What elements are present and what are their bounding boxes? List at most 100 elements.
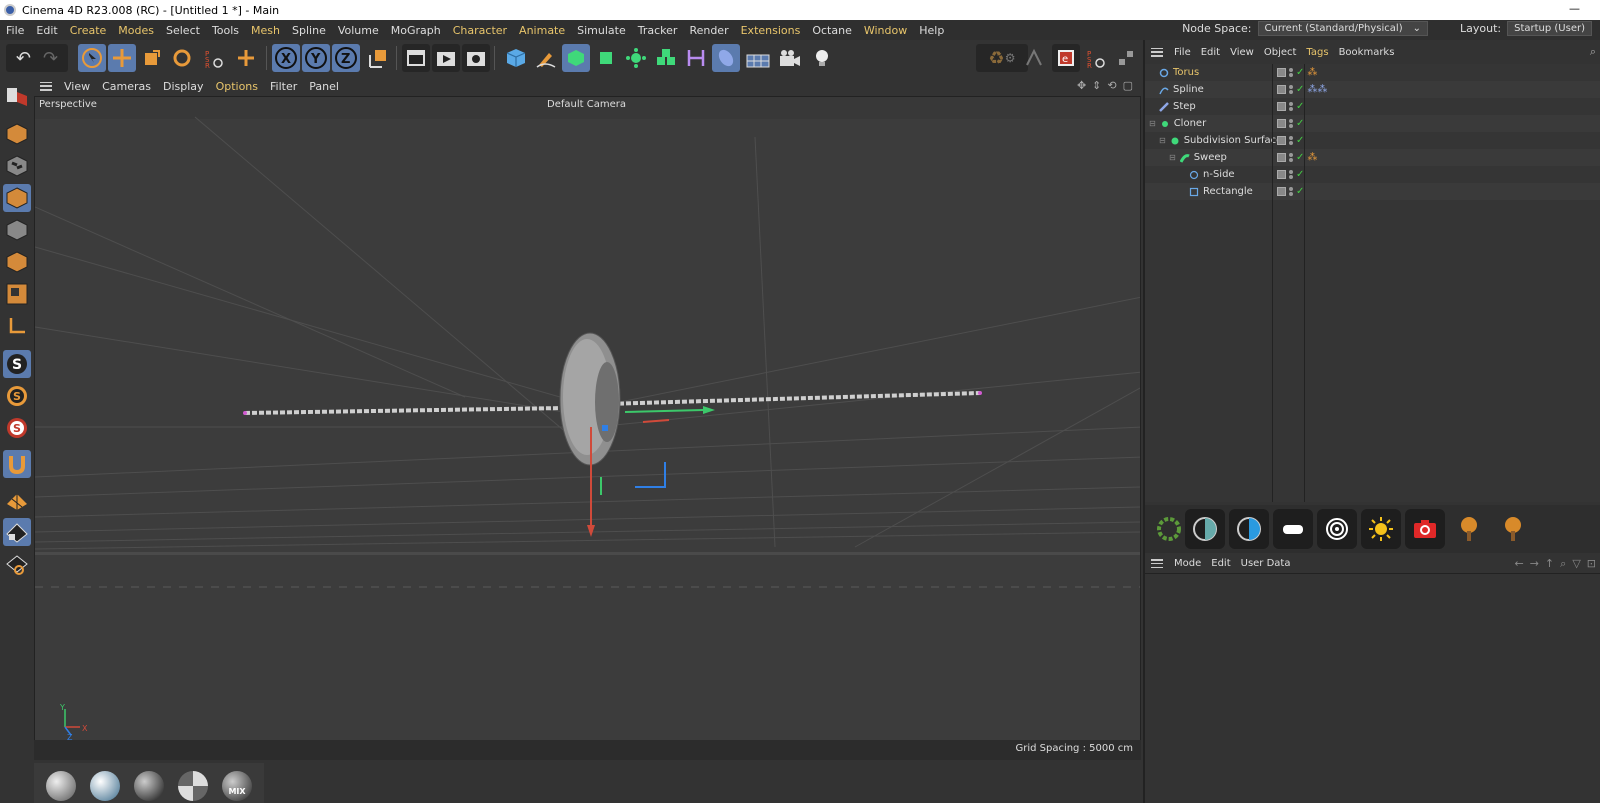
menu-tracker[interactable]: Tracker	[632, 24, 684, 37]
x-axis-lock-button[interactable]: X	[272, 44, 300, 72]
om-menu-view[interactable]: View	[1225, 47, 1259, 58]
render-settings-button[interactable]	[462, 44, 490, 72]
menu-octane[interactable]: Octane	[806, 24, 858, 37]
object-row-cloner[interactable]: ⊟ Cloner ✓	[1145, 115, 1600, 132]
object-row-spline[interactable]: Spline ✓ ⁂⁂	[1145, 81, 1600, 98]
collapse-icon[interactable]: ⊟	[1169, 153, 1176, 162]
floor-button[interactable]	[744, 44, 772, 72]
object-row-sweep[interactable]: ⊟ Sweep ✓ ⁂	[1145, 149, 1600, 166]
spline-tags-icon[interactable]: ⁂⁂	[1307, 84, 1327, 95]
viewport-menu-cameras[interactable]: Cameras	[96, 80, 157, 93]
attr-menu-mode[interactable]: Mode	[1169, 558, 1206, 569]
render-view-button[interactable]	[402, 44, 430, 72]
menu-render[interactable]: Render	[683, 24, 734, 37]
om-menu-object[interactable]: Object	[1259, 47, 1302, 58]
mograph-cubes-button[interactable]	[652, 44, 680, 72]
layer-checkbox[interactable]	[1277, 85, 1286, 94]
menu-mograph[interactable]: MoGraph	[385, 24, 447, 37]
perspective-viewport[interactable]: Perspective Default Camera Y X Z	[34, 96, 1141, 760]
attr-menu-edit[interactable]: Edit	[1206, 558, 1235, 569]
layer-checkbox[interactable]	[1277, 119, 1286, 128]
minimize-icon[interactable]: —	[1569, 2, 1580, 15]
forward-arrow-icon[interactable]: →	[1530, 557, 1539, 571]
camera-button[interactable]	[776, 44, 804, 72]
menu-volume[interactable]: Volume	[332, 24, 385, 37]
polygons-mode-button[interactable]	[3, 280, 31, 308]
quantize-button[interactable]: S	[3, 414, 31, 442]
menu-select[interactable]: Select	[160, 24, 206, 37]
pan-view-icon[interactable]: ✥	[1077, 79, 1086, 92]
octane-camera-button[interactable]	[1405, 509, 1445, 549]
material-swatch[interactable]	[90, 771, 120, 801]
menu-file[interactable]: File	[0, 24, 30, 37]
octane-settings-button[interactable]	[1149, 509, 1189, 549]
layer-checkbox[interactable]	[1277, 170, 1286, 179]
viewport-menu-display[interactable]: Display	[157, 80, 210, 93]
coordinate-system-button[interactable]	[364, 44, 392, 72]
octane-daylight-button[interactable]	[1361, 509, 1401, 549]
locked-workplane-button[interactable]	[3, 518, 31, 546]
model-mode-button[interactable]	[3, 120, 31, 148]
menu-help[interactable]: Help	[913, 24, 950, 37]
layout-arrange-button[interactable]	[1112, 44, 1140, 72]
recycle-icon[interactable]: ♻	[989, 48, 1005, 69]
menu-spline[interactable]: Spline	[286, 24, 332, 37]
visibility-dots[interactable]	[1289, 68, 1293, 77]
object-manager-menu-icon[interactable]	[1151, 47, 1163, 57]
light-button[interactable]	[808, 44, 836, 72]
search-icon[interactable]: ⌕	[1560, 557, 1566, 571]
psr-button[interactable]: PSR	[200, 44, 228, 72]
lock-icon[interactable]: ⊡	[1587, 557, 1596, 571]
om-menu-tags[interactable]: Tags	[1301, 47, 1333, 58]
filter-icon[interactable]: ▽	[1572, 557, 1580, 571]
layer-checkbox[interactable]	[1277, 102, 1286, 111]
menu-character[interactable]: Character	[447, 24, 513, 37]
object-mode-button[interactable]	[3, 184, 31, 212]
attribute-manager-menu-icon[interactable]	[1151, 559, 1163, 568]
octane-target-light-button[interactable]	[1317, 509, 1357, 549]
om-menu-file[interactable]: File	[1169, 47, 1196, 58]
search-icon[interactable]: ⌕	[1590, 45, 1596, 59]
attr-menu-user-data[interactable]: User Data	[1236, 558, 1296, 569]
back-arrow-icon[interactable]: ←	[1514, 557, 1523, 571]
cube-object-button[interactable]	[502, 44, 530, 72]
script-button[interactable]: e	[1052, 44, 1080, 72]
menu-tools[interactable]: Tools	[206, 24, 245, 37]
layer-checkbox[interactable]	[1277, 187, 1286, 196]
menu-edit[interactable]: Edit	[30, 24, 63, 37]
object-row-subdivision-surface[interactable]: ⊟ Subdivision Surface ✓	[1145, 132, 1600, 149]
snap-button[interactable]: S	[3, 350, 31, 378]
rotate-view-icon[interactable]: ⟲	[1107, 79, 1116, 92]
object-row-torus[interactable]: Torus ✓ ⁂	[1145, 64, 1600, 81]
scale-tool-button[interactable]	[138, 44, 166, 72]
move-tool-button[interactable]	[108, 44, 136, 72]
visibility-dots[interactable]	[1289, 119, 1293, 128]
menu-extensions[interactable]: Extensions	[735, 24, 807, 37]
octane-scatter-button[interactable]	[1449, 509, 1489, 549]
object-row-step[interactable]: Step ✓	[1145, 98, 1600, 115]
y-axis-lock-button[interactable]: Y	[302, 44, 330, 72]
node-space-dropdown[interactable]: Current (Standard/Physical) ⌄	[1257, 21, 1428, 36]
planar-workplane-button[interactable]	[3, 550, 31, 578]
rotate-tool-button[interactable]	[168, 44, 196, 72]
cloner-button[interactable]	[622, 44, 650, 72]
layer-checkbox[interactable]	[1277, 153, 1286, 162]
psr-reset-button[interactable]: PSR	[1082, 44, 1110, 72]
om-menu-edit[interactable]: Edit	[1196, 47, 1225, 58]
redo-icon[interactable]: ↷	[43, 48, 58, 69]
visibility-dots[interactable]	[1289, 187, 1293, 196]
visibility-dots[interactable]	[1289, 153, 1293, 162]
collapse-icon[interactable]: ⊟	[1159, 136, 1166, 145]
undo-icon[interactable]: ↶	[16, 48, 31, 69]
viewport-menu-icon[interactable]	[40, 81, 52, 91]
material-swatch[interactable]	[134, 771, 164, 801]
menu-modes[interactable]: Modes	[112, 24, 160, 37]
edges-mode-button[interactable]	[3, 248, 31, 276]
workplane-button[interactable]	[3, 312, 31, 340]
extrude-button[interactable]	[592, 44, 620, 72]
enable-axis-button[interactable]	[3, 486, 31, 514]
om-menu-bookmarks[interactable]: Bookmarks	[1334, 47, 1400, 58]
octane-glossy-button[interactable]	[1229, 509, 1269, 549]
viewport-camera-name[interactable]: Default Camera	[547, 99, 626, 110]
object-row-n-side[interactable]: n-Side ✓	[1145, 166, 1600, 183]
